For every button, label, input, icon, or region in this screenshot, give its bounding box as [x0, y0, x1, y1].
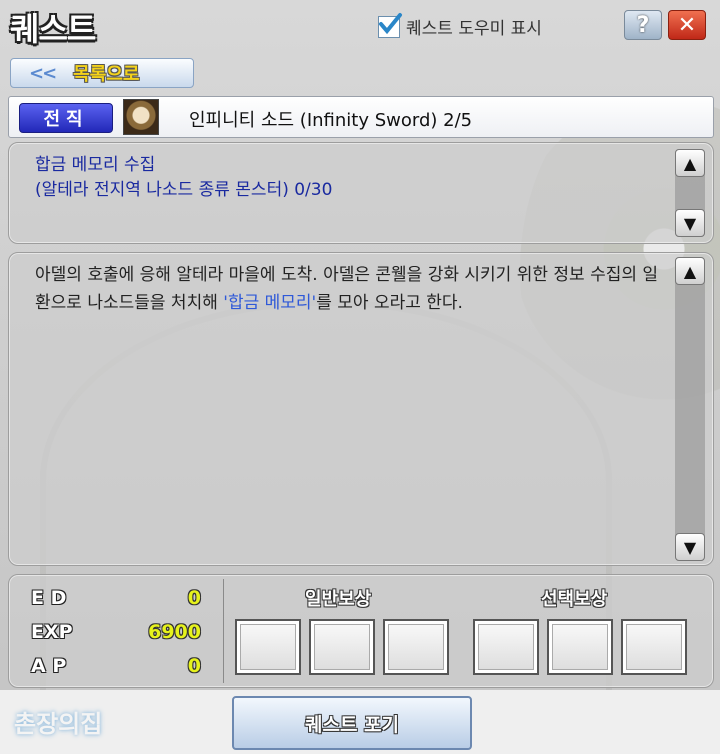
back-to-list-button[interactable]: << 목록으로	[10, 58, 194, 88]
ap-label: A P	[31, 655, 67, 677]
help-icon: ?	[636, 12, 650, 38]
objective-scrollbar[interactable]: ▲ ▼	[675, 149, 705, 237]
scroll-down-button[interactable]: ▼	[675, 533, 705, 561]
objective-item: 합금 메모리 수집	[35, 155, 156, 175]
quest-helper-toggle[interactable]: 퀘스트 도우미 표시	[378, 12, 542, 39]
scroll-down-button[interactable]: ▼	[675, 209, 705, 237]
quest-category-tag: 전직	[19, 103, 113, 133]
helper-label: 퀘스트 도우미 표시	[406, 19, 542, 39]
objective-progress: (알테라 전지역 나소드 종류 몬스터) 0/30	[35, 180, 333, 200]
objective-text: 합금 메모리 수집 (알테라 전지역 나소드 종류 몬스터) 0/30	[35, 153, 332, 203]
triangle-down-icon: ▼	[683, 537, 697, 557]
help-button[interactable]: ?	[624, 10, 662, 40]
abandon-quest-button[interactable]: 퀘스트 포기	[232, 696, 472, 750]
location-label: 촌장의집	[14, 710, 103, 738]
description-panel: 아델의 호출에 응해 알테라 마을에 도착. 아델은 콘웰을 강화 시키기 위한…	[8, 252, 714, 566]
double-left-arrow-icon: <<	[29, 62, 57, 84]
ed-value: 0	[187, 587, 201, 609]
select-reward-slot[interactable]	[547, 619, 613, 675]
exp-label: EXP	[31, 621, 73, 643]
reward-divider	[223, 579, 224, 683]
select-reward-slot[interactable]	[621, 619, 687, 675]
ap-value: 0	[187, 655, 201, 677]
quest-header: 전직 인피니티 소드 (Infinity Sword) 2/5	[8, 96, 714, 138]
scroll-up-button[interactable]: ▲	[675, 257, 705, 285]
triangle-down-icon: ▼	[683, 213, 697, 233]
select-reward-slot[interactable]	[473, 619, 539, 675]
objective-panel: 합금 메모리 수집 (알테라 전지역 나소드 종류 몬스터) 0/30 ▲ ▼	[8, 142, 714, 244]
triangle-up-icon: ▲	[683, 261, 697, 281]
quest-description: 아델의 호출에 응해 알테라 마을에 도착. 아델은 콘웰을 강화 시키기 위한…	[35, 261, 665, 317]
quest-title: 인피니티 소드 (Infinity Sword) 2/5	[189, 110, 473, 131]
helper-checkbox[interactable]	[378, 12, 402, 38]
description-scrollbar[interactable]: ▲ ▼	[675, 257, 705, 561]
back-to-list-label: 목록으로	[73, 64, 140, 85]
window-title: 퀘스트	[10, 10, 96, 48]
close-button[interactable]: ✕	[668, 10, 706, 40]
reward-panel: E D 0 EXP 6900 A P 0 일반보상 선택보상	[8, 574, 714, 688]
description-text-2: 를 모아 오라고 한다.	[316, 293, 463, 313]
exp-value: 6900	[148, 621, 201, 643]
npc-portrait	[123, 99, 159, 135]
scroll-up-button[interactable]: ▲	[675, 149, 705, 177]
ed-label: E D	[31, 587, 67, 609]
normal-reward-label: 일반보상	[305, 589, 372, 610]
normal-reward-slot[interactable]	[235, 619, 301, 675]
quest-window: 퀘스트 퀘스트 도우미 표시 ? ✕ << 목록으로 전직 인피니티 소드 (I…	[0, 0, 720, 754]
checkmark-icon	[379, 12, 402, 34]
normal-reward-slot[interactable]	[383, 619, 449, 675]
select-reward-label: 선택보상	[541, 589, 608, 610]
normal-reward-slot[interactable]	[309, 619, 375, 675]
close-icon: ✕	[677, 12, 697, 38]
triangle-up-icon: ▲	[683, 153, 697, 173]
description-highlight: '합금 메모리'	[223, 293, 317, 313]
